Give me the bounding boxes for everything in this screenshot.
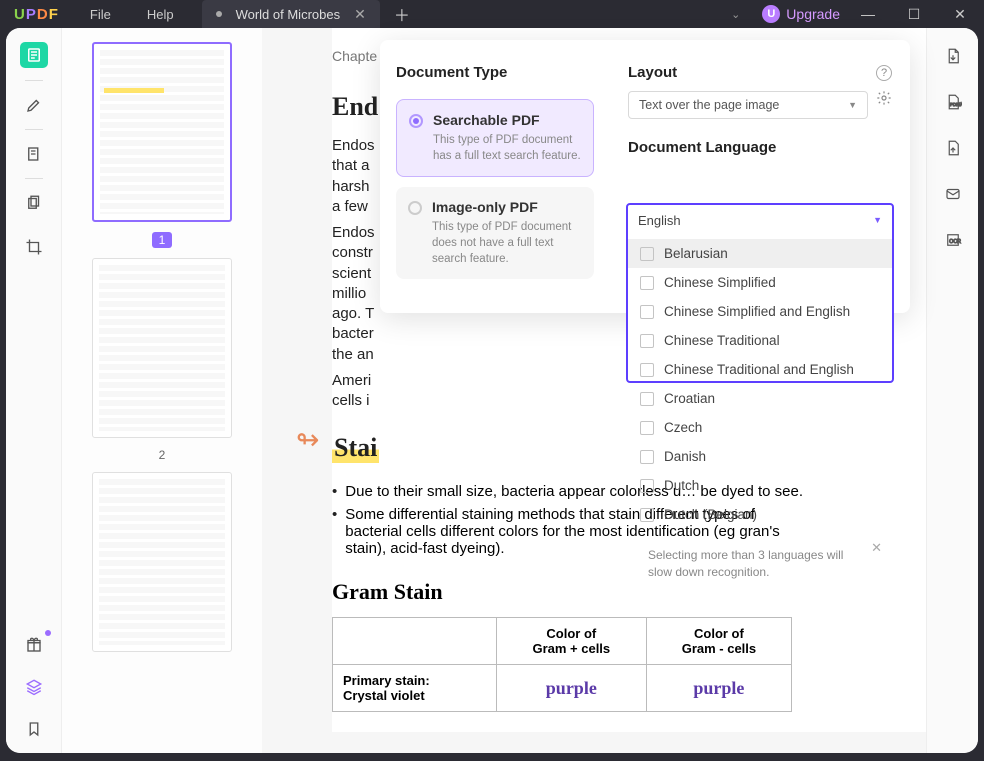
gram-stain-table: Color ofGram + cells Color ofGram - cell…	[332, 617, 792, 712]
language-option[interactable]: Dutch	[628, 471, 892, 500]
checkbox-icon	[640, 392, 654, 406]
language-option[interactable]: Croatian	[628, 384, 892, 413]
help-icon[interactable]: ?	[876, 65, 892, 81]
bookmark-icon[interactable]	[20, 717, 48, 741]
left-toolbar	[6, 28, 62, 753]
language-option[interactable]: Danish	[628, 442, 892, 471]
close-icon[interactable]: ✕	[354, 6, 366, 23]
checkbox-icon	[640, 276, 654, 290]
language-option[interactable]: Dutch (Belgian)	[628, 500, 892, 529]
ocr-settings-panel: Document Type Searchable PDF This type o…	[380, 40, 910, 313]
layout-title: Layout	[628, 64, 677, 81]
page-thumbnail[interactable]	[92, 42, 232, 222]
language-option[interactable]: Chinese Traditional and English	[628, 355, 892, 384]
close-button[interactable]: ✕	[942, 6, 978, 23]
add-tab-button[interactable]: ＋	[380, 2, 424, 26]
checkbox-icon	[640, 450, 654, 464]
export-file-icon[interactable]	[939, 44, 967, 68]
close-icon[interactable]: ✕	[871, 539, 882, 557]
radio-icon	[408, 201, 422, 215]
heading-staining: Stai	[332, 433, 379, 463]
upgrade-button[interactable]: U Upgrade	[762, 5, 840, 23]
highlighter-icon[interactable]	[20, 93, 48, 117]
checkbox-icon	[640, 508, 654, 522]
page-number: 1	[152, 232, 173, 248]
language-option[interactable]: Chinese Traditional	[628, 326, 892, 355]
user-badge-icon: U	[762, 5, 780, 23]
doc-language-title: Document Language	[628, 139, 892, 156]
pages-icon[interactable]	[20, 191, 48, 215]
annotation-arrow-icon: ↬	[296, 423, 319, 456]
thumbnails-icon[interactable]	[20, 42, 48, 68]
thumbnail-panel: 1 2	[62, 28, 262, 753]
language-option[interactable]: Czech	[628, 413, 892, 442]
layers-icon[interactable]	[20, 675, 48, 699]
document-type-title: Document Type	[396, 64, 594, 81]
checkbox-icon	[640, 479, 654, 493]
language-list[interactable]: BelarusianChinese SimplifiedChinese Simp…	[628, 235, 892, 533]
share-file-icon[interactable]	[939, 136, 967, 160]
page-thumbnail[interactable]	[92, 472, 232, 652]
checkbox-icon	[640, 305, 654, 319]
gift-icon[interactable]	[20, 633, 48, 657]
chevron-down-icon: ▼	[873, 215, 882, 225]
language-dropdown: English ▼ BelarusianChinese SimplifiedCh…	[626, 203, 894, 383]
right-toolbar: PDF/A OCR	[926, 28, 978, 753]
ocr-icon[interactable]: OCR	[939, 228, 967, 252]
tab-indicator-icon	[216, 11, 222, 17]
tab-document[interactable]: World of Microbes ✕	[202, 0, 380, 28]
language-option[interactable]: Belarusian	[628, 239, 892, 268]
page-number: 2	[159, 448, 166, 462]
tab-title: World of Microbes	[236, 7, 341, 22]
gear-icon[interactable]	[876, 90, 892, 111]
checkbox-icon	[640, 363, 654, 377]
language-tip: Selecting more than 3 languages will slo…	[628, 533, 892, 595]
page-thumbnail[interactable]	[92, 258, 232, 438]
svg-text:OCR: OCR	[949, 239, 961, 245]
edit-text-icon[interactable]	[20, 142, 48, 166]
menu-help[interactable]: Help	[129, 7, 192, 22]
language-select[interactable]: English ▼	[628, 205, 892, 235]
pdfa-icon[interactable]: PDF/A	[939, 90, 967, 114]
chevron-down-icon[interactable]: ⌄	[719, 8, 752, 21]
maximize-button[interactable]: ☐	[896, 6, 932, 23]
minimize-button[interactable]: —	[850, 6, 886, 22]
chevron-down-icon: ▼	[848, 100, 857, 110]
checkbox-icon	[640, 334, 654, 348]
svg-text:PDF/A: PDF/A	[950, 102, 962, 107]
menu-file[interactable]: File	[72, 7, 129, 22]
layout-select[interactable]: Text over the page image ▼	[628, 91, 868, 119]
checkbox-icon	[640, 421, 654, 435]
language-option[interactable]: Chinese Simplified and English	[628, 297, 892, 326]
titlebar: UPDF File Help World of Microbes ✕ ＋ ⌄ U…	[0, 0, 984, 28]
option-searchable-pdf[interactable]: Searchable PDF This type of PDF document…	[396, 99, 594, 177]
radio-icon	[409, 114, 423, 128]
checkbox-icon	[640, 247, 654, 261]
app-logo: UPDF	[0, 6, 72, 23]
option-image-only-pdf[interactable]: Image-only PDF This type of PDF document…	[396, 187, 594, 279]
email-icon[interactable]	[939, 182, 967, 206]
crop-icon[interactable]	[20, 235, 48, 259]
language-option[interactable]: Chinese Simplified	[628, 268, 892, 297]
